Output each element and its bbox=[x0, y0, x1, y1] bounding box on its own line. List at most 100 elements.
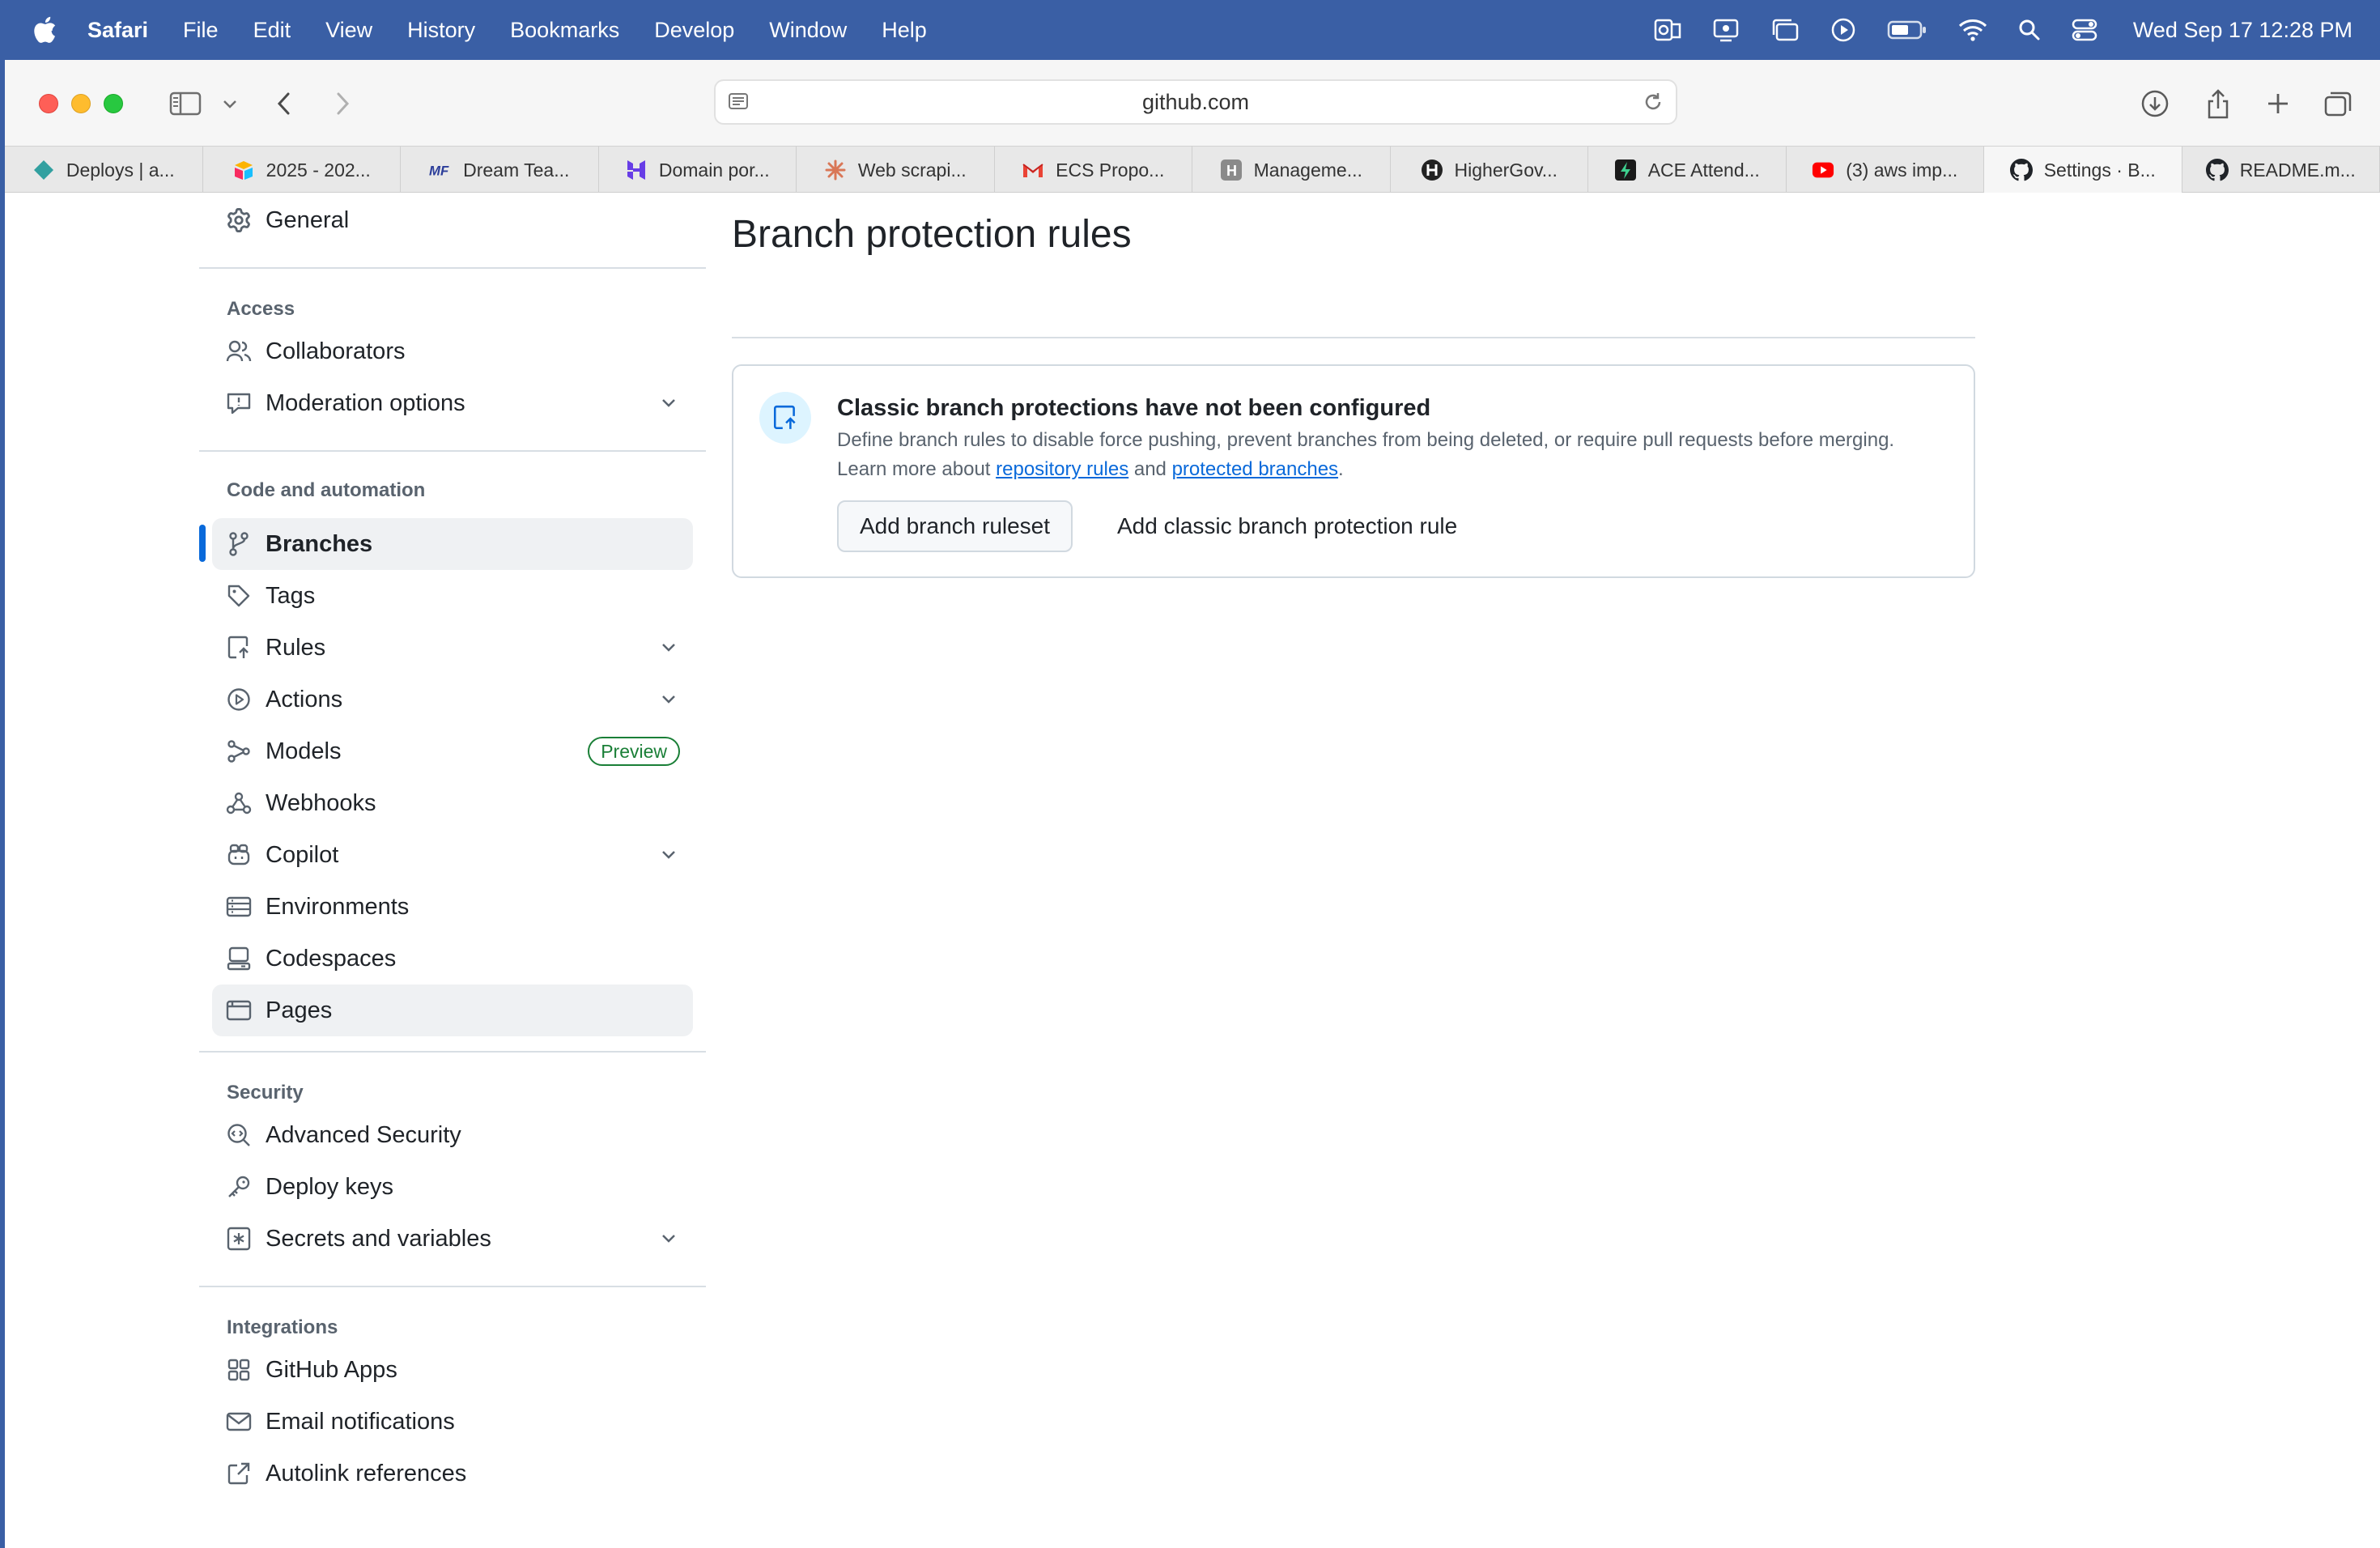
back-arrow-icon[interactable] bbox=[272, 83, 296, 125]
tab-label: Settings · B... bbox=[2043, 159, 2156, 181]
menu-view[interactable]: View bbox=[325, 18, 372, 43]
forward-arrow-icon[interactable] bbox=[330, 83, 355, 125]
menu-app-safari[interactable]: Safari bbox=[87, 18, 148, 43]
sidebar-item-tags[interactable]: Tags bbox=[212, 570, 693, 622]
preview-badge: Preview bbox=[588, 737, 680, 766]
chevron-down-icon[interactable] bbox=[659, 392, 678, 419]
sidebar-item-label: Environments bbox=[266, 893, 410, 920]
browser-icon bbox=[225, 997, 253, 1024]
control-center-icon[interactable] bbox=[2072, 18, 2097, 42]
repo-push-icon bbox=[759, 392, 811, 444]
browser-tab[interactable]: ECS Propo... bbox=[995, 147, 1192, 194]
zoom-window-button[interactable] bbox=[104, 94, 123, 113]
sidebar-item-label: Email notifications bbox=[266, 1408, 455, 1435]
browser-tab[interactable]: README.m... bbox=[2182, 147, 2380, 194]
menu-help[interactable]: Help bbox=[882, 18, 927, 43]
browser-tab[interactable]: MF Dream Tea... bbox=[401, 147, 599, 194]
tab-label: (3) aws imp... bbox=[1846, 159, 1958, 181]
minimize-window-button[interactable] bbox=[71, 94, 91, 113]
sidebar-item-label: Branches bbox=[266, 530, 373, 557]
sidebar-divider bbox=[199, 450, 706, 452]
section-heading-security: Security bbox=[227, 1082, 304, 1104]
downloads-icon[interactable] bbox=[2139, 83, 2171, 125]
protected-branches-link[interactable]: protected branches bbox=[1172, 458, 1338, 480]
tab-overview-icon[interactable] bbox=[2322, 83, 2354, 125]
repository-rules-link[interactable]: repository rules bbox=[996, 458, 1128, 480]
browser-tab-active[interactable]: Settings · B... bbox=[1984, 147, 2182, 194]
close-window-button[interactable] bbox=[39, 94, 58, 113]
blankslate-description: Define branch rules to disable force pus… bbox=[837, 426, 1922, 484]
browser-tab[interactable]: Domain por... bbox=[599, 147, 797, 194]
stage-manager-icon[interactable] bbox=[1770, 17, 1800, 43]
sidebar-item-general[interactable]: General bbox=[212, 194, 693, 246]
browser-tab[interactable]: HigherGov... bbox=[1391, 147, 1588, 194]
new-tab-icon[interactable] bbox=[2262, 83, 2294, 125]
sidebar-item-github-apps[interactable]: GitHub Apps bbox=[212, 1344, 693, 1396]
description-text: . bbox=[1338, 458, 1344, 480]
sidebar-item-branches[interactable]: Branches bbox=[212, 518, 693, 570]
menu-edit[interactable]: Edit bbox=[253, 18, 291, 43]
sidebar-item-collaborators[interactable]: Collaborators bbox=[212, 325, 693, 377]
chevron-down-icon[interactable] bbox=[659, 636, 678, 663]
wifi-icon[interactable] bbox=[1958, 19, 1987, 41]
sidebar-item-pages[interactable]: Pages bbox=[212, 985, 693, 1036]
tab-label: ECS Propo... bbox=[1056, 159, 1165, 181]
tab-label: Deploys | a... bbox=[66, 159, 175, 181]
share-icon[interactable] bbox=[2202, 83, 2234, 125]
svg-text:H: H bbox=[1226, 163, 1237, 179]
browser-tab[interactable]: Deploys | a... bbox=[5, 147, 203, 194]
sidebar-item-actions[interactable]: Actions bbox=[212, 674, 693, 725]
sidebar-item-webhooks[interactable]: Webhooks bbox=[212, 777, 693, 829]
sidebar-item-rules[interactable]: Rules bbox=[212, 622, 693, 674]
sidebar-item-autolink[interactable]: Autolink references bbox=[212, 1448, 693, 1499]
airtable-icon bbox=[232, 159, 255, 181]
url-text[interactable]: github.com bbox=[1142, 90, 1249, 115]
sidebar-item-deploy-keys[interactable]: Deploy keys bbox=[212, 1161, 693, 1213]
browser-tab[interactable]: (3) aws imp... bbox=[1787, 147, 1984, 194]
sidebar-item-email-notifications[interactable]: Email notifications bbox=[212, 1396, 693, 1448]
menu-file[interactable]: File bbox=[183, 18, 219, 43]
menubar-clock[interactable]: Wed Sep 17 12:28 PM bbox=[2133, 18, 2352, 43]
menu-history[interactable]: History bbox=[407, 18, 475, 43]
screen-mirror-icon[interactable] bbox=[1712, 17, 1740, 43]
sidebar-item-environments[interactable]: Environments bbox=[212, 881, 693, 933]
sidebar-divider bbox=[199, 267, 706, 269]
sidebar-item-label: Collaborators bbox=[266, 338, 406, 364]
now-playing-icon[interactable] bbox=[1830, 17, 1856, 43]
browser-tab[interactable]: ACE Attend... bbox=[1588, 147, 1787, 194]
browser-tab[interactable]: H Manageme... bbox=[1192, 147, 1391, 194]
address-bar[interactable]: github.com bbox=[714, 79, 1677, 125]
menu-bookmarks[interactable]: Bookmarks bbox=[510, 18, 619, 43]
sidebar-item-label: Rules bbox=[266, 634, 326, 661]
sidebar-item-codespaces[interactable]: Codespaces bbox=[212, 933, 693, 985]
claude-icon bbox=[824, 159, 847, 181]
outlook-status-icon[interactable] bbox=[1654, 17, 1681, 43]
sidebar-item-moderation[interactable]: Moderation options bbox=[212, 377, 693, 429]
tab-label: HigherGov... bbox=[1454, 159, 1558, 181]
apple-menu-icon[interactable] bbox=[32, 16, 57, 44]
page-settings-icon[interactable] bbox=[727, 91, 750, 119]
chevron-down-icon[interactable] bbox=[659, 688, 678, 715]
sidebar-toggle-icon[interactable] bbox=[165, 83, 206, 125]
add-branch-ruleset-button[interactable]: Add branch ruleset bbox=[837, 500, 1073, 552]
browser-toolbar: github.com bbox=[5, 60, 2380, 146]
chevron-down-icon[interactable] bbox=[659, 1227, 678, 1254]
browser-tab[interactable]: 2025 - 202... bbox=[203, 147, 401, 194]
sidebar-item-models[interactable]: Models Preview bbox=[212, 725, 693, 777]
chevron-down-icon[interactable] bbox=[659, 844, 678, 870]
battery-icon[interactable] bbox=[1887, 19, 1927, 40]
sidebar-item-label: Advanced Security bbox=[266, 1121, 461, 1148]
menu-window[interactable]: Window bbox=[769, 18, 847, 43]
browser-tab[interactable]: Web scrapi... bbox=[797, 147, 995, 194]
spotlight-search-icon[interactable] bbox=[2018, 19, 2041, 41]
reload-icon[interactable] bbox=[1642, 91, 1664, 119]
menu-develop[interactable]: Develop bbox=[654, 18, 734, 43]
tab-label: Manageme... bbox=[1253, 159, 1362, 181]
chevron-down-icon[interactable] bbox=[220, 83, 240, 125]
sidebar-item-copilot[interactable]: Copilot bbox=[212, 829, 693, 881]
sidebar-item-advanced-security[interactable]: Advanced Security bbox=[212, 1109, 693, 1161]
add-classic-protection-rule-button[interactable]: Add classic branch protection rule bbox=[1117, 500, 1457, 552]
sidebar-item-secrets[interactable]: Secrets and variables bbox=[212, 1213, 693, 1265]
h-icon: H bbox=[1220, 159, 1243, 181]
section-heading-access: Access bbox=[227, 298, 295, 320]
